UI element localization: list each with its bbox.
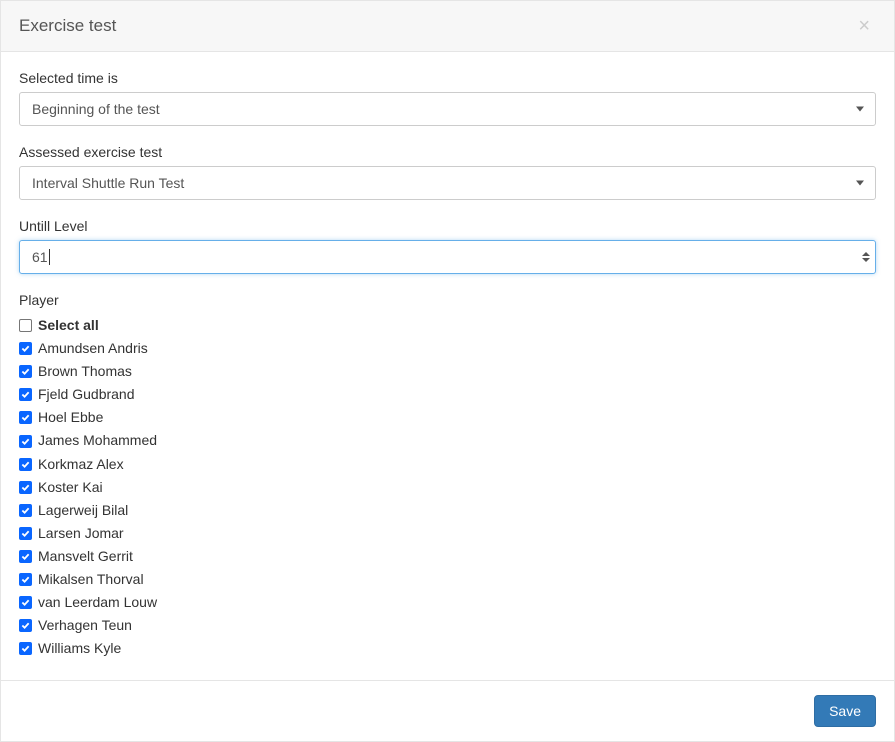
- player-row-select-all: Select all: [19, 314, 876, 337]
- select-selected-time-value: Beginning of the test: [32, 101, 160, 117]
- player-label: Verhagen Teun: [38, 614, 132, 637]
- player-label: Fjeld Gudbrand: [38, 383, 135, 406]
- player-label: Mansvelt Gerrit: [38, 545, 133, 568]
- stepper-down-icon[interactable]: [862, 258, 870, 262]
- label-assessed-test: Assessed exercise test: [19, 144, 876, 160]
- player-label: Korkmaz Alex: [38, 453, 124, 476]
- close-button[interactable]: ×: [852, 15, 876, 37]
- label-selected-time: Selected time is: [19, 70, 876, 86]
- checkbox-p4[interactable]: [19, 435, 32, 448]
- player-label: Williams Kyle: [38, 637, 121, 660]
- checkbox-p6[interactable]: [19, 481, 32, 494]
- field-untill-level: Untill Level 61: [19, 218, 876, 274]
- player-row-p2: Fjeld Gudbrand: [19, 383, 876, 406]
- player-label: James Mohammed: [38, 429, 157, 452]
- checkbox-p5[interactable]: [19, 458, 32, 471]
- modal-footer: Save: [1, 680, 894, 741]
- select-assessed-test-value: Interval Shuttle Run Test: [32, 175, 184, 191]
- checkbox-p0[interactable]: [19, 342, 32, 355]
- checkbox-select-all[interactable]: [19, 319, 32, 332]
- checkbox-p7[interactable]: [19, 504, 32, 517]
- stepper-up-icon[interactable]: [862, 252, 870, 256]
- checkbox-p13[interactable]: [19, 642, 32, 655]
- checkbox-p1[interactable]: [19, 365, 32, 378]
- player-row-p10: Mikalsen Thorval: [19, 568, 876, 591]
- chevron-down-icon: [856, 181, 864, 186]
- player-row-p6: Koster Kai: [19, 476, 876, 499]
- player-list: Select allAmundsen AndrisBrown ThomasFje…: [19, 314, 876, 660]
- input-untill-level[interactable]: 61: [19, 240, 876, 274]
- checkbox-p11[interactable]: [19, 596, 32, 609]
- player-label: van Leerdam Louw: [38, 591, 157, 614]
- player-label: Larsen Jomar: [38, 522, 124, 545]
- chevron-down-icon: [856, 107, 864, 112]
- number-spinner: [862, 252, 870, 262]
- checkbox-p8[interactable]: [19, 527, 32, 540]
- player-row-p13: Williams Kyle: [19, 637, 876, 660]
- input-untill-level-value: 61: [32, 249, 48, 265]
- player-row-p1: Brown Thomas: [19, 360, 876, 383]
- player-row-p5: Korkmaz Alex: [19, 453, 876, 476]
- player-row-p3: Hoel Ebbe: [19, 406, 876, 429]
- modal-title: Exercise test: [19, 16, 116, 36]
- player-label: Mikalsen Thorval: [38, 568, 144, 591]
- player-row-p8: Larsen Jomar: [19, 522, 876, 545]
- player-row-p4: James Mohammed: [19, 429, 876, 452]
- select-selected-time[interactable]: Beginning of the test: [19, 92, 876, 126]
- field-selected-time: Selected time is Beginning of the test: [19, 70, 876, 126]
- select-assessed-test[interactable]: Interval Shuttle Run Test: [19, 166, 876, 200]
- player-row-p7: Lagerweij Bilal: [19, 499, 876, 522]
- exercise-test-modal: Exercise test × Selected time is Beginni…: [0, 0, 895, 742]
- player-row-p9: Mansvelt Gerrit: [19, 545, 876, 568]
- player-row-p11: van Leerdam Louw: [19, 591, 876, 614]
- player-label: Lagerweij Bilal: [38, 499, 128, 522]
- checkbox-p3[interactable]: [19, 411, 32, 424]
- text-cursor: [49, 249, 50, 265]
- player-label: Select all: [38, 314, 99, 337]
- player-label: Hoel Ebbe: [38, 406, 103, 429]
- checkbox-p12[interactable]: [19, 619, 32, 632]
- player-section: Player Select allAmundsen AndrisBrown Th…: [19, 292, 876, 660]
- field-assessed-test: Assessed exercise test Interval Shuttle …: [19, 144, 876, 200]
- modal-body: Selected time is Beginning of the test A…: [1, 52, 894, 680]
- checkbox-p2[interactable]: [19, 388, 32, 401]
- modal-header: Exercise test ×: [1, 1, 894, 52]
- checkbox-p9[interactable]: [19, 550, 32, 563]
- player-label: Koster Kai: [38, 476, 103, 499]
- save-button[interactable]: Save: [814, 695, 876, 727]
- close-icon: ×: [858, 15, 870, 37]
- player-row-p12: Verhagen Teun: [19, 614, 876, 637]
- label-player: Player: [19, 292, 876, 308]
- player-label: Brown Thomas: [38, 360, 132, 383]
- checkbox-p10[interactable]: [19, 573, 32, 586]
- player-label: Amundsen Andris: [38, 337, 148, 360]
- label-untill-level: Untill Level: [19, 218, 876, 234]
- player-row-p0: Amundsen Andris: [19, 337, 876, 360]
